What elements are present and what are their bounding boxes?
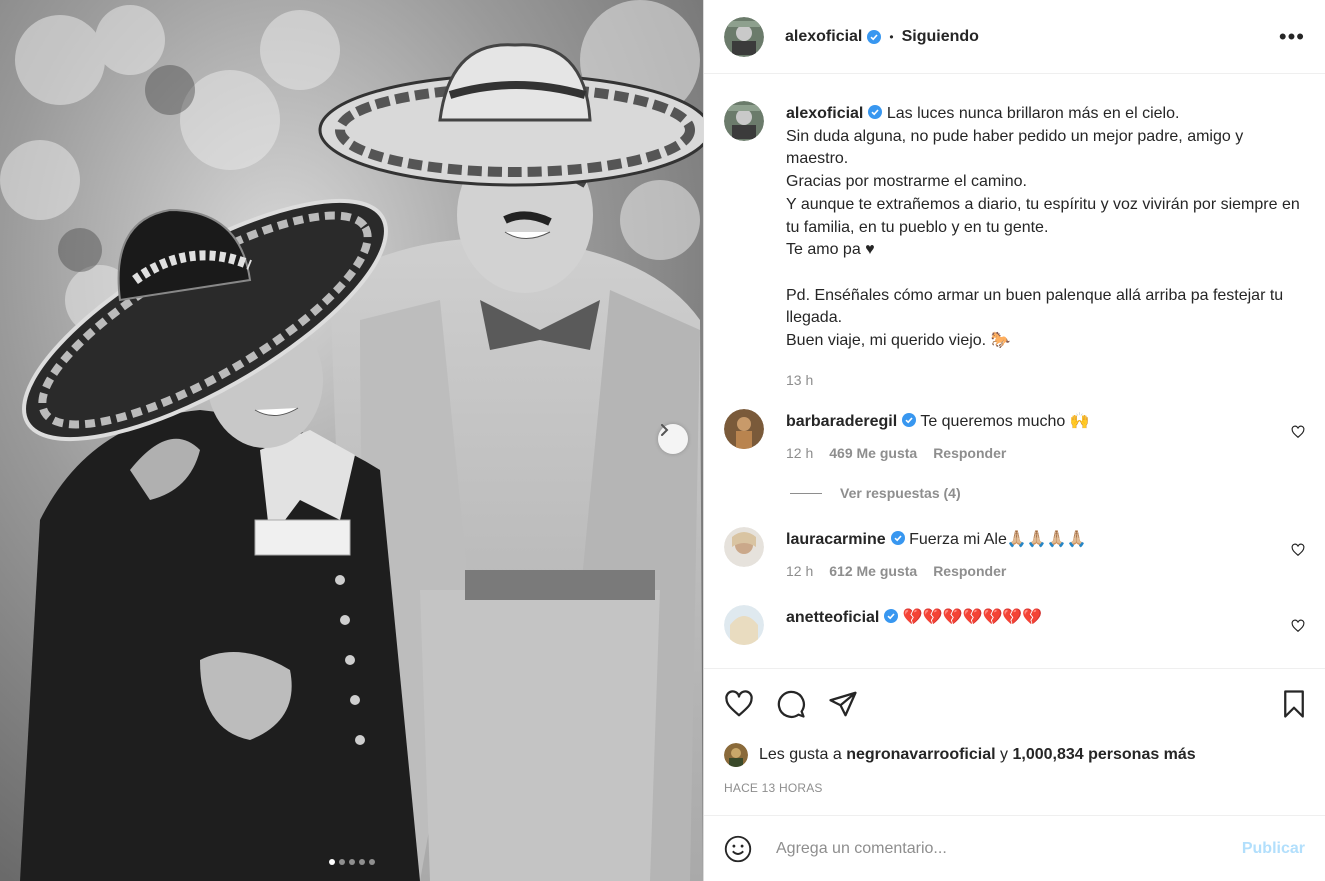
verified-badge-icon xyxy=(902,413,917,428)
comment-body: anetteoficial 💔💔💔💔💔💔💔 xyxy=(786,607,1266,645)
comment-input[interactable] xyxy=(774,838,1242,859)
emoji-smiley-icon[interactable] xyxy=(724,835,752,863)
post-header: alexoficial • Siguiendo ••• xyxy=(704,0,1325,74)
more-options-icon[interactable]: ••• xyxy=(1279,24,1305,50)
caption-line: alexoficial Las luces nunca brillaron má… xyxy=(786,103,1305,126)
comment-username[interactable]: barbaraderegil xyxy=(786,413,897,430)
carousel-next-button[interactable] xyxy=(658,424,688,454)
comment-avatar[interactable] xyxy=(724,409,764,450)
comment-timestamp[interactable]: 12 h xyxy=(786,445,813,461)
header-separator: • xyxy=(889,29,894,44)
comment-item: barbaraderegil Te queremos mucho 🙌 12 h … xyxy=(724,395,1305,461)
caption-line: Te amo pa ♥ xyxy=(786,241,875,259)
comment-body: barbaraderegil Te queremos mucho 🙌 12 h … xyxy=(786,411,1266,461)
share-plane-icon[interactable] xyxy=(828,689,858,719)
caption-line: Y aunque te extrañemos a diario, tu espí… xyxy=(786,195,1305,236)
comments-list[interactable]: alexoficial Las luces nunca brillaron má… xyxy=(704,75,1325,667)
caption: alexoficial Las luces nunca brillaron má… xyxy=(724,75,1305,391)
comment-text: Te queremos mucho 🙌 xyxy=(920,413,1090,431)
comment-like-heart-icon[interactable] xyxy=(1291,619,1305,633)
post-panel: alexoficial • Siguiendo ••• alexoficial … xyxy=(703,0,1325,881)
replies-divider xyxy=(790,492,822,494)
post-timestamp[interactable]: HACE 13 HORAS xyxy=(724,781,1305,795)
liker-username[interactable]: negronavarrooficial xyxy=(846,746,995,764)
comment-avatar[interactable] xyxy=(724,527,764,568)
action-bar xyxy=(724,669,1305,739)
caption-line xyxy=(786,262,1305,285)
carousel-dot xyxy=(358,859,365,865)
verified-badge-icon xyxy=(890,531,905,546)
carousel-dot xyxy=(348,859,355,865)
chevron-right-icon xyxy=(661,424,669,436)
post-photo[interactable] xyxy=(0,0,703,881)
reply-button[interactable]: Responder xyxy=(933,563,1006,579)
likes-summary: Les gusta a negronavarrooficial y 1,000,… xyxy=(724,743,1305,767)
comment-meta: 12 h 469 Me gusta Responder xyxy=(786,445,1266,461)
author-avatar[interactable] xyxy=(724,16,764,57)
caption-text: alexoficial Las luces nunca brillaron má… xyxy=(786,103,1305,391)
bookmark-icon[interactable] xyxy=(1279,689,1309,719)
comment-avatar[interactable] xyxy=(724,605,764,646)
comment-username[interactable]: anetteoficial xyxy=(786,609,879,626)
reply-button[interactable]: Responder xyxy=(933,445,1006,461)
caption-username[interactable]: alexoficial xyxy=(786,105,863,122)
likes-prefix: Les gusta a xyxy=(759,746,842,763)
caption-line: Gracias por mostrarme el camino. xyxy=(786,173,1027,191)
comment-meta: 12 h 612 Me gusta Responder xyxy=(786,563,1266,579)
following-button[interactable]: Siguiendo xyxy=(902,28,979,46)
comment-likes[interactable]: 469 Me gusta xyxy=(829,445,917,461)
verified-badge-icon xyxy=(868,105,883,119)
photo-image xyxy=(0,0,703,881)
comment-timestamp[interactable]: 12 h xyxy=(786,563,813,579)
liker-avatar[interactable] xyxy=(724,743,748,767)
comment-body: lauracarmine Fuerza mi Ale🙏🏼🙏🏼🙏🏼🙏🏼 12 h … xyxy=(786,529,1266,579)
likes-joiner: y xyxy=(1000,746,1009,763)
verified-badge-icon xyxy=(867,29,882,44)
comment-bubble-icon[interactable] xyxy=(776,689,806,719)
verified-badge-icon xyxy=(884,609,899,624)
like-heart-icon[interactable] xyxy=(724,689,754,719)
caption-avatar[interactable] xyxy=(724,101,764,141)
caption-line: Sin duda alguna, no pude haber pedido un… xyxy=(786,127,1248,168)
comment-like-heart-icon[interactable] xyxy=(1291,425,1305,439)
comment-text: 💔💔💔💔💔💔💔 xyxy=(902,609,1043,627)
caption-line: Buen viaje, mi querido viejo. 🐎 xyxy=(786,332,1011,350)
comment-item: anetteoficial 💔💔💔💔💔💔💔 xyxy=(724,579,1305,646)
carousel-dot xyxy=(328,859,335,865)
comment-composer: Publicar xyxy=(704,815,1325,881)
comment-item: lauracarmine Fuerza mi Ale🙏🏼🙏🏼🙏🏼🙏🏼 12 h … xyxy=(724,501,1305,579)
view-replies-label: Ver respuestas (4) xyxy=(840,485,961,502)
comment-likes[interactable]: 612 Me gusta xyxy=(829,563,917,579)
likes-count[interactable]: 1,000,834 personas más xyxy=(1012,746,1195,764)
caption-timestamp[interactable]: 13 h xyxy=(786,369,1305,392)
comment-username[interactable]: lauracarmine xyxy=(786,531,886,548)
carousel-dot xyxy=(338,859,345,865)
comment-text: Fuerza mi Ale🙏🏼🙏🏼🙏🏼🙏🏼 xyxy=(909,531,1087,549)
view-replies-button[interactable]: Ver respuestas (4) xyxy=(790,485,1305,501)
caption-line: Pd. Enséñales cómo armar un buen palenqu… xyxy=(786,286,1288,327)
author-username[interactable]: alexoficial xyxy=(785,28,862,46)
comment-like-heart-icon[interactable] xyxy=(1291,543,1305,557)
carousel-dot xyxy=(368,859,375,865)
post-actions: Les gusta a negronavarrooficial y 1,000,… xyxy=(704,668,1325,795)
caption-line: Las luces nunca brillaron más en el ciel… xyxy=(886,105,1180,122)
publish-button[interactable]: Publicar xyxy=(1242,840,1305,858)
carousel-indicator xyxy=(0,859,703,865)
